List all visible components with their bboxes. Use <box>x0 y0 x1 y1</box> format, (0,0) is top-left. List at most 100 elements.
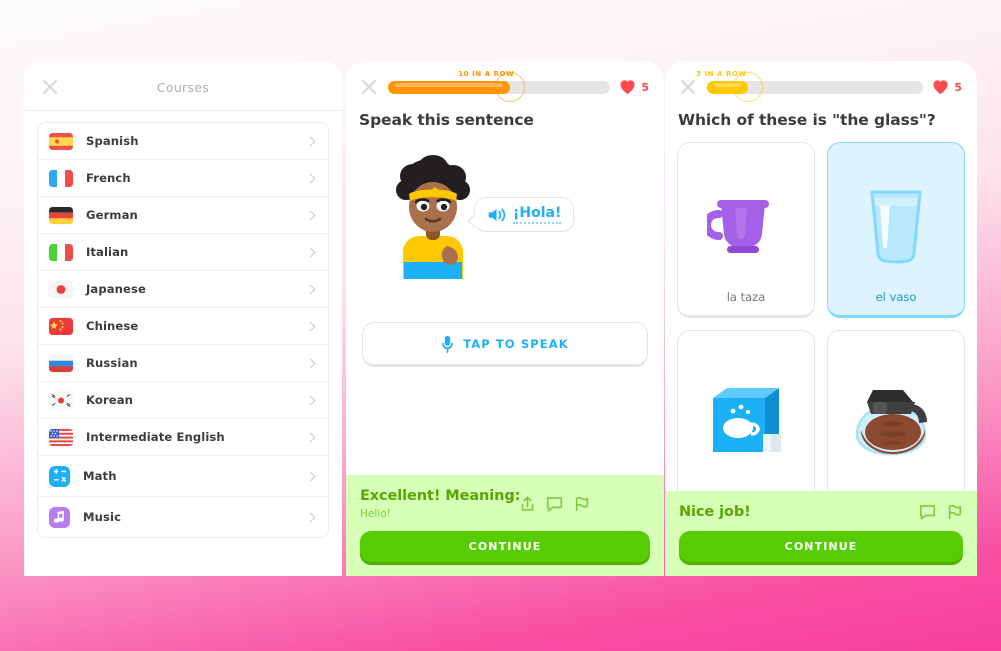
report-flag-icon[interactable] <box>947 504 963 520</box>
chevron-right-icon <box>305 321 316 331</box>
course-row[interactable]: Spanish <box>38 123 328 160</box>
choice-option-coffee-pot[interactable] <box>827 330 965 506</box>
course-row[interactable]: Russian <box>38 345 328 382</box>
flag-italy <box>49 243 73 261</box>
flag-russia <box>49 354 73 372</box>
progress-bar: 10 IN A ROW <box>388 70 611 102</box>
chevron-right-icon <box>305 512 316 522</box>
course-name: Korean <box>86 393 134 407</box>
course-name: Japanese <box>86 282 146 296</box>
speak-body: ¡Hola! TAP TO SPEAK <box>346 129 664 429</box>
courses-phone-frame: Courses Spanish French German Italian Japane… <box>24 61 342 576</box>
course-row[interactable]: Chinese <box>38 308 328 345</box>
course-name: Spanish <box>86 134 139 148</box>
glass-of-water-image <box>862 159 930 290</box>
course-name: Music <box>83 510 122 524</box>
chevron-right-icon <box>305 432 316 442</box>
course-row[interactable]: Italian <box>38 234 328 271</box>
chevron-right-icon <box>305 173 316 183</box>
coffee-pot-image <box>851 347 941 492</box>
course-name: Italian <box>86 245 129 259</box>
choice-options-grid: la taza el vaso <box>665 129 977 506</box>
course-row[interactable]: Japanese <box>38 271 328 308</box>
poster-stage: Courses Spanish French German Italian Japane… <box>0 0 1001 651</box>
course-name: German <box>86 208 138 222</box>
courses-list: Spanish French German Italian Japanese Chines… <box>24 111 342 538</box>
course-row[interactable]: Math <box>38 456 328 497</box>
question-prompt: Which of these is "the glass"? <box>678 111 936 129</box>
share-icon[interactable] <box>520 496 535 512</box>
speak-feedback-bar: Excellent! Meaning: Hello! CONTINUE <box>346 475 664 576</box>
progress-bar: 3 IN A ROW <box>696 70 924 102</box>
choice-option-label: la taza <box>726 290 766 304</box>
choice-phone-frame: 3 IN A ROW 5 Which of these is "the glas… <box>665 61 977 576</box>
speak-screen: 10 IN A ROW 5 Speak this sentence ¡Hola!… <box>346 61 664 576</box>
chevron-right-icon <box>305 210 316 220</box>
choice-feedback-bar: Nice job! CONTINUE <box>665 491 977 576</box>
flag-japan <box>49 280 73 298</box>
heart-icon <box>620 80 635 95</box>
course-name: Math <box>83 469 117 483</box>
choice-option-label: el vaso <box>875 290 917 304</box>
flag-spain <box>49 132 73 150</box>
speak-phone-frame: 10 IN A ROW 5 Speak this sentence ¡Hola!… <box>346 61 664 576</box>
continue-button[interactable]: CONTINUE <box>679 531 963 562</box>
feedback-title: Nice job! <box>679 504 751 520</box>
chevron-right-icon <box>305 284 316 294</box>
course-row[interactable]: Korean <box>38 382 328 419</box>
course-name: French <box>86 171 131 185</box>
bubble-text: ¡Hola! <box>513 205 562 224</box>
speaker-icon <box>488 208 506 221</box>
flag-france <box>49 169 73 187</box>
hearts-counter[interactable]: 5 <box>619 79 651 95</box>
tap-to-speak-label: TAP TO SPEAK <box>463 336 569 351</box>
course-name: Chinese <box>86 319 139 333</box>
purple-mug-image <box>707 159 785 290</box>
speak-lesson-header: 10 IN A ROW 5 <box>346 61 664 102</box>
page-title: Courses <box>156 79 210 95</box>
courses-header: Courses <box>24 61 342 111</box>
continue-button[interactable]: CONTINUE <box>360 531 650 562</box>
coffee-box-image <box>705 347 787 492</box>
music-note-icon <box>49 506 70 528</box>
choice-lesson-header: 3 IN A ROW 5 <box>665 61 977 102</box>
hearts-count: 5 <box>641 80 649 94</box>
hearts-counter[interactable]: 5 <box>932 79 964 95</box>
chevron-right-icon <box>305 395 316 405</box>
flag-usa <box>49 428 73 446</box>
streak-ring-icon <box>733 72 764 102</box>
heart-icon <box>933 80 948 95</box>
flag-germany <box>49 206 73 224</box>
chevron-right-icon <box>305 358 316 368</box>
flag-south-korea <box>49 391 73 409</box>
speech-bubble[interactable]: ¡Hola! <box>466 197 575 232</box>
question-prompt: Speak this sentence <box>359 111 534 129</box>
close-icon[interactable] <box>359 77 379 97</box>
choice-option-el-vaso[interactable]: el vaso <box>827 142 965 318</box>
math-icon <box>49 465 70 487</box>
courses-screen: Courses Spanish French German Italian Japane… <box>24 61 342 576</box>
course-name: Russian <box>86 356 138 370</box>
comment-icon[interactable] <box>546 496 563 512</box>
course-row[interactable]: Intermediate English <box>38 419 328 456</box>
comment-icon[interactable] <box>919 504 936 520</box>
chevron-right-icon <box>305 136 316 146</box>
close-icon[interactable] <box>678 77 698 97</box>
microphone-icon <box>442 335 454 353</box>
report-flag-icon[interactable] <box>574 496 590 512</box>
feedback-subtitle: Hello! <box>360 508 391 520</box>
bea-character <box>390 154 476 283</box>
hearts-count: 5 <box>954 80 962 94</box>
flag-china <box>49 317 73 335</box>
choice-option-la-taza[interactable]: la taza <box>677 142 815 318</box>
choice-screen: 3 IN A ROW 5 Which of these is "the glas… <box>665 61 977 576</box>
course-row[interactable]: German <box>38 197 328 234</box>
chevron-right-icon <box>305 247 316 257</box>
feedback-title: Excellent! Meaning: <box>360 488 521 504</box>
chevron-right-icon <box>305 471 316 481</box>
course-row[interactable]: French <box>38 160 328 197</box>
course-name: Intermediate English <box>86 430 225 444</box>
course-row[interactable]: Music <box>38 497 328 537</box>
tap-to-speak-button[interactable]: TAP TO SPEAK <box>362 322 648 367</box>
choice-option-coffee-box[interactable] <box>677 330 815 506</box>
